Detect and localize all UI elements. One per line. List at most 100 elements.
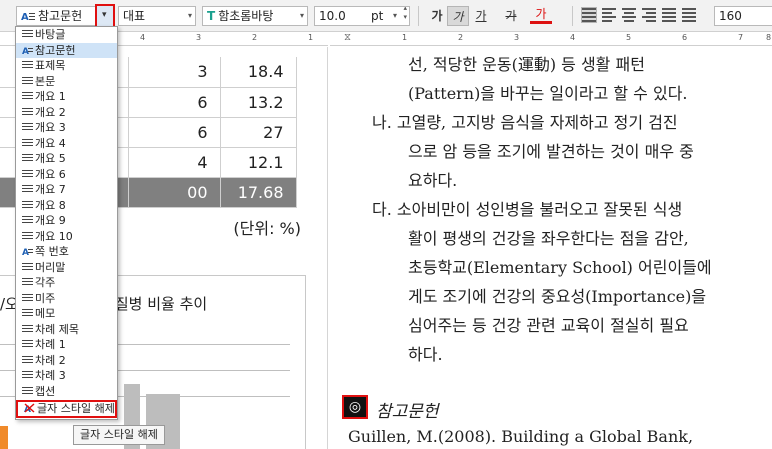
- toolbar-separator: [572, 6, 573, 26]
- style-menu-item[interactable]: 개요 8: [16, 198, 117, 214]
- size-stepper-icon[interactable]: ▴ ▾: [403, 7, 407, 22]
- style-menu-item[interactable]: 개요 6: [16, 167, 117, 183]
- paragraph-style-icon: [22, 231, 33, 241]
- table-cell[interactable]: 6: [128, 117, 221, 148]
- strikethrough-button[interactable]: 가: [500, 6, 522, 26]
- ruler-tick-label: 3: [196, 33, 202, 42]
- align-justify-icon[interactable]: [581, 7, 597, 23]
- table-cell[interactable]: 3: [128, 57, 221, 88]
- style-menu-item[interactable]: 차례 제목: [16, 322, 117, 338]
- indent-marker-icon[interactable]: ⧖: [344, 32, 351, 43]
- chart-title-end: 질병 비율 추이: [114, 295, 208, 313]
- language-select[interactable]: 대표 ▾: [118, 6, 196, 26]
- char-style-icon: A: [22, 44, 33, 57]
- table-cell[interactable]: 00: [128, 177, 221, 208]
- font-select-value: 함초롬바탕: [218, 9, 274, 23]
- paragraph-style-icon: [22, 370, 33, 380]
- paragraph-style-icon: [22, 169, 33, 179]
- toolbar-separator: [418, 6, 419, 26]
- body-text-line: 요하다.: [408, 171, 458, 190]
- align-center-icon[interactable]: [622, 8, 636, 22]
- zoom-select[interactable]: 160: [714, 6, 772, 26]
- paragraph-style-icon: [22, 91, 33, 101]
- style-marker-icon[interactable]: ◎: [342, 395, 368, 419]
- paragraph-style-icon: [22, 308, 33, 318]
- ruler-tick-label: 1: [402, 33, 408, 42]
- style-menu-item[interactable]: 개요 2: [16, 105, 117, 121]
- svg-text:A: A: [22, 248, 29, 256]
- style-menu-item[interactable]: 바탕글: [16, 27, 117, 43]
- ruler-tick-label: 3: [514, 33, 520, 42]
- body-text-line: 선, 적당한 운동(運動) 등 생활 패턴: [408, 55, 645, 74]
- style-menu-item[interactable]: 머리말: [16, 260, 117, 276]
- ruler-tick-label: 1: [308, 33, 314, 42]
- reference-entry: Guillen, M.(2008). Building a Global Ban…: [348, 427, 694, 446]
- right-document-page[interactable]: 선, 적당한 운동(運動) 등 생활 패턴 (Pattern)을 바꾸는 일이라…: [330, 47, 772, 449]
- table-cell[interactable]: 17.68: [220, 177, 297, 208]
- ruler-tick-label: 2: [252, 33, 258, 42]
- align-distribute-icon[interactable]: [662, 8, 676, 22]
- table-cell[interactable]: 4: [128, 147, 221, 178]
- style-menu-item[interactable]: 차례 3: [16, 368, 117, 384]
- chevron-down-icon: ▾: [392, 11, 397, 20]
- paragraph-style-icon: [22, 262, 33, 272]
- style-icon: A: [21, 9, 35, 23]
- bold-button[interactable]: 가: [426, 6, 448, 26]
- style-menu-item[interactable]: 개요 9: [16, 213, 117, 229]
- chart-bar: [0, 426, 8, 449]
- style-menu-item[interactable]: 개요 1: [16, 89, 117, 105]
- underline-button[interactable]: 가: [470, 6, 492, 26]
- ruler-tick-label: 4: [140, 33, 146, 42]
- paragraph-style-icon: [22, 60, 33, 70]
- body-text-line: 게도 조기에 건강의 중요성(Importance)을: [408, 287, 707, 306]
- style-menu-item-selected[interactable]: A 참고문헌: [16, 42, 117, 58]
- style-menu-item[interactable]: 개요 3: [16, 120, 117, 136]
- style-menu-item[interactable]: 개요 7: [16, 182, 117, 198]
- style-menu-item[interactable]: 개요 4: [16, 136, 117, 152]
- language-select-value: 대표: [123, 9, 146, 23]
- style-menu-item[interactable]: A쪽 번호: [16, 244, 117, 260]
- body-text-line: 활이 평생의 건강을 좌우한다는 점을 감안,: [408, 229, 689, 248]
- style-menu-item[interactable]: 미주: [16, 291, 117, 307]
- ruler-tick-label: 6: [682, 33, 688, 42]
- zoom-value: 160: [719, 9, 742, 23]
- align-left-icon[interactable]: [602, 8, 616, 22]
- paragraph-style-icon: [22, 215, 33, 225]
- table-cell[interactable]: 18.4: [220, 57, 297, 88]
- style-menu-item[interactable]: 각주: [16, 275, 117, 291]
- table-cell[interactable]: 12.1: [220, 147, 297, 178]
- paragraph-style-icon: [22, 324, 33, 334]
- style-menu-item[interactable]: 개요 10: [16, 229, 117, 245]
- style-select-value: 참고문헌: [38, 9, 83, 23]
- style-menu-item[interactable]: 캡션: [16, 384, 117, 400]
- style-menu-item[interactable]: 표제목: [16, 58, 117, 74]
- table-cell[interactable]: 13.2: [220, 87, 297, 118]
- table-cell[interactable]: 27: [220, 117, 297, 148]
- style-menu-item[interactable]: 차례 2: [16, 353, 117, 369]
- style-menu-item[interactable]: 차례 1: [16, 337, 117, 353]
- font-size-field[interactable]: 10.0 pt ▾ ▴ ▾: [314, 6, 410, 26]
- align-divide-icon[interactable]: [682, 8, 696, 22]
- paragraph-style-icon: [22, 277, 33, 287]
- paragraph-style-icon: [22, 355, 33, 365]
- font-size-unit: pt: [371, 9, 384, 23]
- unit-note: (단위: %): [233, 219, 301, 238]
- body-text-line: 하다.: [408, 345, 443, 364]
- italic-button[interactable]: 가: [447, 6, 469, 26]
- ruler-tick-label: 8: [766, 33, 772, 42]
- table-cell[interactable]: 6: [128, 87, 221, 118]
- body-text-line: 다. 소아비만이 성인병을 불러오고 잘못된 식생: [372, 200, 683, 219]
- style-dropdown-button[interactable]: ▾: [95, 4, 115, 28]
- ruler-tick-label: 7: [738, 33, 744, 42]
- font-color-button[interactable]: 가: [530, 6, 552, 24]
- style-menu-item[interactable]: 본문: [16, 74, 117, 90]
- font-select[interactable]: T 함초롬바탕 ▾: [202, 6, 308, 26]
- align-right-icon[interactable]: [642, 8, 656, 22]
- clear-char-style-item[interactable]: A글자 스타일 해제: [16, 400, 117, 418]
- menu-tooltip: 글자 스타일 해제: [73, 425, 165, 445]
- style-menu-item[interactable]: 메모: [16, 306, 117, 322]
- ruler-tick-label: 4: [570, 33, 576, 42]
- font-size-value: 10.0: [319, 9, 346, 23]
- char-style-icon: A: [22, 245, 33, 258]
- style-menu-item[interactable]: 개요 5: [16, 151, 117, 167]
